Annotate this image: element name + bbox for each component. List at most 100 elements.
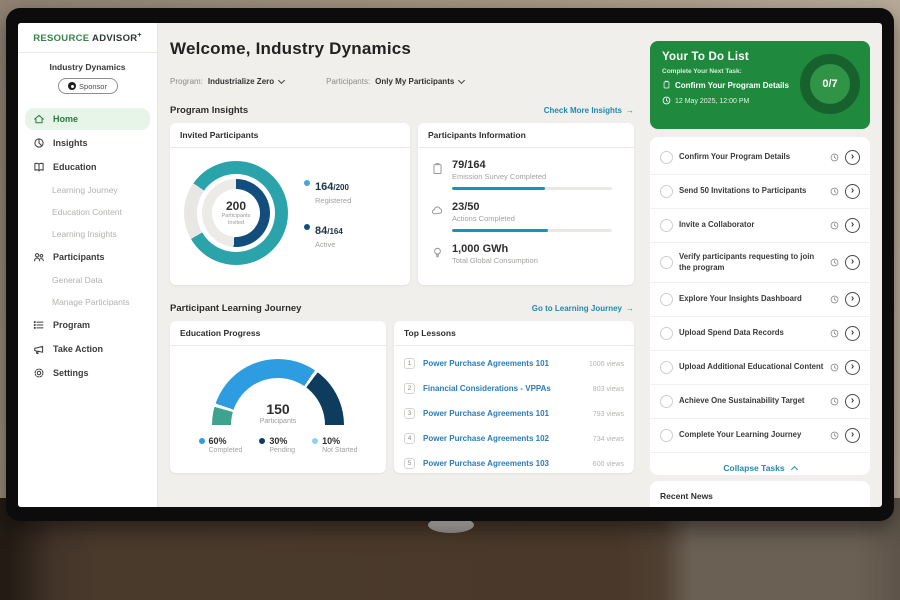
lesson-link[interactable]: Power Purchase Agreements 101: [423, 359, 579, 368]
legend-dot: [259, 438, 265, 444]
task-checkbox[interactable]: [660, 429, 673, 442]
sidebar-item-label: Learning Insights: [52, 229, 117, 239]
sponsor-badge-label: Sponsor: [79, 82, 107, 91]
legend-value: 164: [315, 181, 333, 193]
collapse-tasks-label: Collapse Tasks: [723, 463, 784, 473]
participants-information-card: Participants Information 79/164 Emission…: [418, 123, 634, 285]
program-select[interactable]: Program: Industrialize Zero: [170, 77, 284, 86]
task-label: Verify participants requesting to join t…: [679, 252, 824, 273]
task-row[interactable]: Verify participants requesting to join t…: [650, 243, 870, 283]
sidebar-item-learning-journey[interactable]: Learning Journey: [25, 180, 150, 200]
sidebar-item-learning-insights[interactable]: Learning Insights: [25, 224, 150, 244]
participants-select[interactable]: Participants: Only My Participants: [326, 77, 464, 86]
sidebar-item-participants[interactable]: Participants: [25, 246, 150, 268]
go-to-learning-journey-link[interactable]: Go to Learning Journey →: [532, 304, 634, 313]
legend-label: Active: [315, 240, 343, 249]
lesson-link[interactable]: Power Purchase Agreements 101: [423, 409, 583, 418]
lesson-views: 793: [593, 411, 605, 418]
lesson-link[interactable]: Power Purchase Agreements 102: [423, 434, 583, 443]
sidebar-item-home[interactable]: Home: [25, 108, 150, 130]
sidebar: RESOURCE ADVISOR+ Industry Dynamics Spon…: [18, 23, 158, 507]
legend-total: /164: [327, 227, 343, 236]
task-row[interactable]: Send 50 Invitations to Participants ›: [650, 175, 870, 209]
sidebar-item-label: General Data: [52, 275, 103, 285]
task-row[interactable]: Upload Spend Data Records ›: [650, 317, 870, 351]
sidebar-item-label: Learning Journey: [52, 185, 118, 195]
lightbulb-icon: [431, 246, 444, 264]
task-label: Upload Spend Data Records: [679, 328, 824, 339]
insights-icon: [33, 137, 45, 149]
clock-icon: [830, 221, 839, 230]
clock-icon: [830, 187, 839, 196]
card-title: Education Progress: [170, 321, 386, 346]
task-checkbox[interactable]: [660, 219, 673, 232]
sidebar-item-program[interactable]: Program: [25, 314, 150, 336]
lesson-views-label: views: [606, 461, 624, 468]
task-row[interactable]: Complete Your Learning Journey ›: [650, 419, 870, 453]
sidebar-item-education[interactable]: Education: [25, 156, 150, 178]
check-more-insights-link[interactable]: Check More Insights →: [544, 106, 634, 115]
card-title: Invited Participants: [170, 123, 410, 148]
task-row[interactable]: Confirm Your Program Details ›: [650, 141, 870, 175]
program-list-icon: [33, 319, 45, 331]
legend-value: 60%: [209, 436, 243, 446]
arrow-right-icon: →: [626, 304, 634, 313]
task-label: Explore Your Insights Dashboard: [679, 294, 824, 305]
sidebar-item-label: Insights: [53, 138, 88, 148]
top-lessons-card: Top Lessons 1 Power Purchase Agreements …: [394, 321, 634, 473]
task-open-button[interactable]: ›: [845, 150, 860, 165]
take-action-icon: [33, 343, 45, 355]
program-select-value: Industrialize Zero: [208, 77, 274, 86]
task-checkbox[interactable]: [660, 151, 673, 164]
task-open-button[interactable]: ›: [845, 360, 860, 375]
link-label: Check More Insights: [544, 106, 622, 115]
lesson-row: 4 Power Purchase Agreements 102 734views: [404, 426, 624, 451]
sidebar-item-manage-participants[interactable]: Manage Participants: [25, 292, 150, 312]
legend-item-registered: 164/200 Registered: [304, 177, 351, 205]
task-open-button[interactable]: ›: [845, 394, 860, 409]
stats-list: 79/164 Emission Survey Completed 23/50 A…: [418, 148, 634, 265]
recent-news-card: Recent News: [650, 481, 870, 507]
legend-item-completed: 60% Completed: [199, 436, 243, 454]
lesson-rank: 5: [404, 458, 415, 469]
stat-label: Total Global Consumption: [452, 256, 622, 265]
todo-progress-value: 0/7: [822, 78, 837, 90]
task-checkbox[interactable]: [660, 185, 673, 198]
todo-due-date: 12 May 2025, 12:00 PM: [675, 98, 749, 105]
sidebar-item-settings[interactable]: Settings: [25, 362, 150, 384]
stat-label: Emission Survey Completed: [452, 172, 622, 181]
task-open-button[interactable]: ›: [845, 218, 860, 233]
task-row[interactable]: Upload Additional Educational Content ›: [650, 351, 870, 385]
lesson-link[interactable]: Financial Considerations - VPPAs: [423, 384, 583, 393]
task-open-button[interactable]: ›: [845, 292, 860, 307]
invited-participants-card: Invited Participants 200 Participants In…: [170, 123, 410, 285]
task-open-button[interactable]: ›: [845, 428, 860, 443]
main-content: Welcome, Industry Dynamics Program: Indu…: [158, 23, 650, 507]
legend-value: 10%: [322, 436, 357, 446]
task-label: Complete Your Learning Journey: [679, 430, 824, 441]
sidebar-item-insights[interactable]: Insights: [25, 132, 150, 154]
legend-item-active: 84/164 Active: [304, 221, 351, 249]
task-row[interactable]: Explore Your Insights Dashboard ›: [650, 283, 870, 317]
task-checkbox[interactable]: [660, 327, 673, 340]
task-row[interactable]: Invite a Collaborator ›: [650, 209, 870, 243]
task-checkbox[interactable]: [660, 256, 673, 269]
sidebar-item-take-action[interactable]: Take Action: [25, 338, 150, 360]
sidebar-item-general-data[interactable]: General Data: [25, 270, 150, 290]
sidebar-item-education-content[interactable]: Education Content: [25, 202, 150, 222]
task-checkbox[interactable]: [660, 395, 673, 408]
task-checkbox[interactable]: [660, 361, 673, 374]
task-checkbox[interactable]: [660, 293, 673, 306]
task-open-button[interactable]: ›: [845, 255, 860, 270]
lesson-views-label: views: [606, 411, 624, 418]
task-open-button[interactable]: ›: [845, 184, 860, 199]
clock-icon: [830, 258, 839, 267]
task-row[interactable]: Achieve One Sustainability Target ›: [650, 385, 870, 419]
participants-icon: [33, 251, 45, 263]
lesson-link[interactable]: Power Purchase Agreements 103: [423, 459, 583, 468]
task-label: Invite a Collaborator: [679, 220, 824, 231]
task-open-button[interactable]: ›: [845, 326, 860, 341]
sidebar-item-label: Manage Participants: [52, 297, 130, 307]
collapse-tasks-link[interactable]: Collapse Tasks: [650, 453, 870, 473]
arrow-right-icon: →: [626, 106, 634, 115]
